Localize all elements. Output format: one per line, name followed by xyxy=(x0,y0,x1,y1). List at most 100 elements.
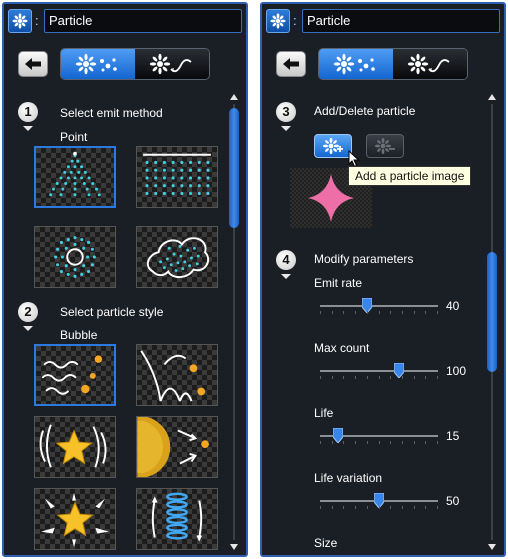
delete-particle-button[interactable] xyxy=(366,134,404,158)
slider-tick xyxy=(390,376,391,379)
emit-shape-thumbnail[interactable] xyxy=(136,226,218,288)
toolbar xyxy=(14,48,236,82)
step-1-collapse-caret[interactable] xyxy=(23,126,33,131)
slider-handle[interactable] xyxy=(333,428,343,443)
slider-tick xyxy=(367,441,368,444)
slider-tick xyxy=(402,506,403,509)
add-particle-button[interactable] xyxy=(314,134,352,158)
right-scrollbar[interactable] xyxy=(486,94,498,550)
particles-mode-icon xyxy=(75,53,117,75)
slider-tick xyxy=(402,311,403,314)
step-3-title: Add/Delete particle xyxy=(314,104,416,118)
add-particle-tooltip: Add a particle image xyxy=(348,166,472,186)
slider-tick xyxy=(425,441,426,444)
slider-tick xyxy=(379,311,380,314)
add-particle-icon xyxy=(322,137,343,155)
style-bubble-graphic xyxy=(41,355,103,395)
particles-mode-button[interactable] xyxy=(61,49,135,79)
slider-tick xyxy=(379,506,380,509)
step-1-title: Select emit method xyxy=(60,106,163,120)
back-button[interactable] xyxy=(18,51,48,77)
panel-title: Particle xyxy=(44,9,242,33)
style-star-thumbnail[interactable] xyxy=(34,416,116,478)
slider-tick xyxy=(402,441,403,444)
slider-tick xyxy=(343,376,344,379)
slider-tick xyxy=(402,376,403,379)
emit-circle-thumbnail[interactable] xyxy=(34,226,116,288)
scroll-up-arrow-icon[interactable] xyxy=(488,94,496,100)
mode-toggle-group xyxy=(60,48,210,80)
slider-tick xyxy=(367,506,368,509)
emit-line-thumbnail[interactable] xyxy=(136,146,218,208)
right-scroll-content: 3 Add/Delete particle Add a particle ima… xyxy=(270,92,486,552)
scroll-thumb[interactable] xyxy=(487,252,497,372)
scroll-thumb[interactable] xyxy=(229,108,239,228)
style-spring-thumbnail[interactable] xyxy=(136,488,218,550)
slider-tick xyxy=(437,506,438,509)
path-mode-icon xyxy=(149,53,192,75)
style-burst-graphic xyxy=(41,492,109,548)
style-sunburst-thumbnail[interactable] xyxy=(136,416,218,478)
scroll-up-arrow-icon[interactable] xyxy=(230,94,238,100)
style-spring-graphic xyxy=(151,492,203,542)
slider-tick xyxy=(343,311,344,314)
path-mode-icon xyxy=(407,53,450,75)
slider-tick xyxy=(320,506,321,509)
scroll-down-arrow-icon[interactable] xyxy=(488,544,496,550)
slider-tick xyxy=(414,311,415,314)
slider-tick xyxy=(379,376,380,379)
slider-tick xyxy=(425,506,426,509)
emit-circle-graphic xyxy=(54,236,96,278)
life-slider[interactable] xyxy=(320,428,438,444)
slider-tick xyxy=(332,376,333,379)
particle-panel-left: : Particle 1 Select emit method Point 2 … xyxy=(2,2,248,557)
slider-tick xyxy=(343,441,344,444)
mode-toggle-group xyxy=(318,48,468,80)
param-label: Life xyxy=(314,406,334,420)
life-variation-slider[interactable] xyxy=(320,493,438,509)
scroll-down-arrow-icon[interactable] xyxy=(230,544,238,550)
delete-particle-icon xyxy=(374,137,395,155)
particles-mode-button[interactable] xyxy=(319,49,393,79)
style-bubble-thumbnail[interactable] xyxy=(34,344,116,406)
style-bounce-graphic xyxy=(140,350,206,402)
emit-line-graphic xyxy=(143,153,211,195)
step-2-title: Select particle style xyxy=(60,305,164,319)
slider-tick xyxy=(425,311,426,314)
step-2-collapse-caret[interactable] xyxy=(23,326,33,331)
step-2-badge: 2 xyxy=(18,302,38,322)
param-label: Life variation xyxy=(314,471,383,485)
step-4-title: Modify parameters xyxy=(314,252,414,266)
max-count-slider[interactable] xyxy=(320,363,438,379)
left-scrollbar[interactable] xyxy=(228,94,240,550)
toolbar xyxy=(272,48,494,82)
style-star-graphic xyxy=(39,424,107,468)
style-bounce-thumbnail[interactable] xyxy=(136,344,218,406)
param-label: Emit rate xyxy=(314,276,363,290)
emit-rate-slider[interactable] xyxy=(320,298,438,314)
flower-icon xyxy=(270,13,286,29)
step-3-collapse-caret[interactable] xyxy=(281,126,291,131)
slider-tick xyxy=(320,311,321,314)
emit-shape-graphic xyxy=(146,237,210,279)
param-value: 15 xyxy=(446,429,460,443)
step-3-badge: 3 xyxy=(276,102,296,122)
back-arrow-icon xyxy=(25,58,41,70)
emit-point-thumbnail[interactable] xyxy=(34,146,116,208)
slider-tick xyxy=(320,376,321,379)
path-mode-button[interactable] xyxy=(135,49,209,79)
title-separator: : xyxy=(293,13,297,28)
panel-menu-button[interactable] xyxy=(266,9,290,33)
particle-style-selected: Bubble xyxy=(60,328,98,342)
param-value: 100 xyxy=(446,364,467,378)
param-value: 40 xyxy=(446,299,460,313)
panel-menu-button[interactable] xyxy=(8,9,32,33)
style-burst-thumbnail[interactable] xyxy=(34,488,116,550)
slider-tick xyxy=(414,376,415,379)
slider-tick xyxy=(379,441,380,444)
path-mode-button[interactable] xyxy=(393,49,467,79)
slider-tick xyxy=(437,376,438,379)
step-4-collapse-caret[interactable] xyxy=(281,274,291,279)
slider-tick xyxy=(332,441,333,444)
back-button[interactable] xyxy=(276,51,306,77)
